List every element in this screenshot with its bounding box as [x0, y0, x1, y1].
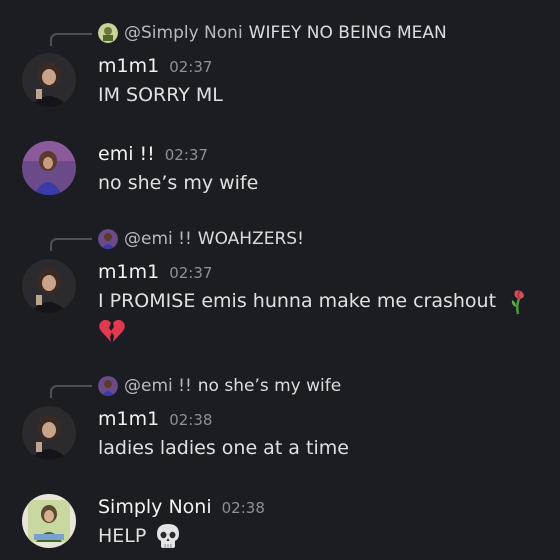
- reply-text: no she’s my wife: [197, 376, 342, 396]
- reply-connector: [50, 238, 92, 251]
- avatar[interactable]: [22, 141, 76, 195]
- message-header: m1m1 02:38: [98, 408, 212, 430]
- message-text: [98, 317, 126, 345]
- emi-avatar-icon: [98, 229, 118, 249]
- message-body: no she’s my wife: [98, 172, 259, 194]
- username[interactable]: Simply Noni: [98, 496, 212, 518]
- timestamp: 02:37: [169, 264, 213, 282]
- timestamp: 02:37: [164, 146, 208, 164]
- chat-message-list: @Simply Noni WIFEY NO BEING MEAN m1m1 02…: [0, 0, 560, 560]
- m1m1-avatar-icon: [22, 259, 76, 313]
- reply-preview[interactable]: @emi !! no she’s my wife: [98, 375, 341, 397]
- reply-preview[interactable]: @Simply Noni WIFEY NO BEING MEAN: [98, 22, 447, 44]
- message-text: HELP: [98, 522, 182, 550]
- avatar[interactable]: [22, 494, 76, 548]
- avatar[interactable]: [22, 259, 76, 313]
- reply-connector: [50, 385, 92, 398]
- broken-heart-icon: [99, 319, 125, 342]
- reply-text: WIFEY NO BEING MEAN: [248, 23, 447, 43]
- message-body: I PROMISE emis hunna make me crashout: [98, 290, 497, 312]
- timestamp: 02:38: [169, 411, 213, 429]
- message-body: IM SORRY ML: [98, 84, 223, 106]
- reply-username[interactable]: @Simply Noni: [124, 23, 243, 43]
- message-header: Simply Noni 02:38: [98, 496, 265, 518]
- message-text: I PROMISE emis hunna make me crashout: [98, 287, 532, 315]
- avatar[interactable]: [22, 406, 76, 460]
- message-header: m1m1 02:37: [98, 55, 212, 77]
- emi-avatar-icon: [22, 141, 76, 195]
- reply-username[interactable]: @emi !!: [124, 229, 192, 249]
- timestamp: 02:37: [169, 58, 213, 76]
- m1m1-avatar-icon: [22, 53, 76, 107]
- emi-avatar-icon: [98, 376, 118, 396]
- username[interactable]: m1m1: [98, 408, 159, 430]
- message-text: ladies ladies one at a time: [98, 437, 349, 459]
- m1m1-avatar-icon: [22, 406, 76, 460]
- username[interactable]: emi !!: [98, 143, 155, 165]
- simply-noni-avatar-icon: [22, 494, 76, 548]
- message-body: HELP: [98, 525, 147, 547]
- avatar[interactable]: [22, 53, 76, 107]
- reply-text: WOAHZERS!: [197, 229, 304, 249]
- username[interactable]: m1m1: [98, 55, 159, 77]
- timestamp: 02:38: [221, 499, 265, 517]
- message-text: IM SORRY ML: [98, 84, 223, 106]
- reply-username[interactable]: @emi !!: [124, 376, 192, 396]
- message-text: no she’s my wife: [98, 172, 258, 194]
- message-body: ladies ladies one at a time: [98, 437, 349, 459]
- reply-preview[interactable]: @emi !! WOAHZERS!: [98, 228, 304, 250]
- message-header: emi !! 02:37: [98, 143, 208, 165]
- message-header: m1m1 02:37: [98, 261, 212, 283]
- simply-noni-avatar-icon: [98, 23, 118, 43]
- reply-connector: [50, 33, 92, 46]
- wilted-rose-icon: [511, 290, 524, 315]
- username[interactable]: m1m1: [98, 261, 159, 283]
- skull-icon: [157, 524, 180, 548]
